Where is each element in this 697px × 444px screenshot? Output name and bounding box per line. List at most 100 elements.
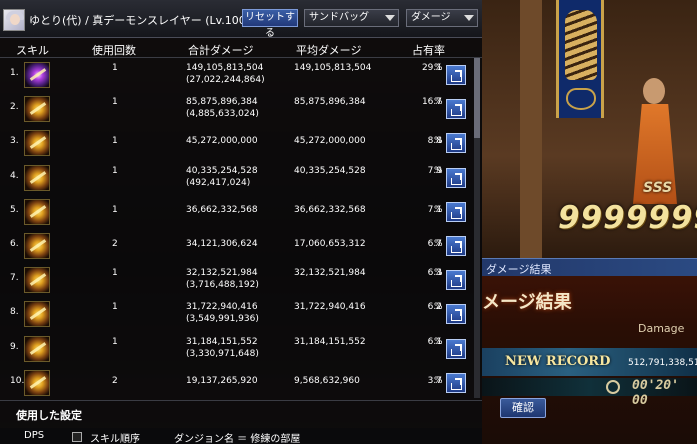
row-rank: 8. bbox=[10, 307, 19, 317]
use-count: 1 bbox=[112, 166, 118, 176]
skill-icon bbox=[24, 301, 50, 327]
row-rank: 10. bbox=[10, 376, 25, 386]
skill-icon bbox=[24, 233, 50, 259]
share-icon[interactable] bbox=[446, 65, 466, 85]
target-select-value: サンドバッグ bbox=[309, 12, 369, 23]
table-header: スキル 使用回数 合計ダメージ 平均ダメージ 占有率 bbox=[0, 40, 482, 58]
tiger-emblem-icon bbox=[565, 10, 597, 80]
total-damage: 32,132,521,984 bbox=[186, 268, 258, 278]
share-icon[interactable] bbox=[446, 202, 466, 222]
skill-icon bbox=[24, 370, 50, 396]
target-select[interactable]: サンドバッグ bbox=[304, 9, 399, 27]
percent-sign: % bbox=[434, 337, 443, 347]
new-record-label: NEW RECORD bbox=[505, 354, 611, 369]
skill-icon bbox=[24, 130, 50, 156]
skill-icon bbox=[24, 199, 50, 225]
use-count: 1 bbox=[112, 63, 118, 73]
percent-sign: % bbox=[434, 239, 443, 249]
skill-icon bbox=[24, 96, 50, 122]
table-row: 8. 1 31,722,940,416 (3,549,991,936) 31,722,9… bbox=[0, 297, 482, 331]
sub-damage: (4,885,633,024) bbox=[186, 109, 259, 119]
skill-icon bbox=[24, 267, 50, 293]
reset-button[interactable]: リセットする bbox=[242, 9, 298, 39]
use-count: 1 bbox=[112, 268, 118, 278]
result-title: メージ結果 bbox=[482, 292, 572, 313]
table-row: 2. 1 85,875,896,384 (4,885,633,024) 85,875,8… bbox=[0, 92, 482, 126]
percent-sign: % bbox=[434, 63, 443, 73]
table-row: 5. 1 36,662,332,568 36,662,332,568 7.1% bbox=[0, 195, 482, 229]
total-damage: 45,272,000,000 bbox=[186, 136, 258, 146]
use-count: 2 bbox=[112, 239, 118, 249]
row-rank: 2. bbox=[10, 102, 19, 112]
dps-label: DPS bbox=[24, 430, 45, 441]
combo-rank: SSS bbox=[643, 180, 673, 196]
chevron-down-icon bbox=[464, 15, 474, 21]
percent-sign: % bbox=[434, 97, 443, 107]
table-row: 9. 1 31,184,151,552 (3,330,971,648) 31,184,1… bbox=[0, 332, 482, 366]
row-rank: 1. bbox=[10, 68, 19, 78]
total-damage: 34,121,306,624 bbox=[186, 239, 258, 249]
total-damage: 40,335,254,528 bbox=[186, 166, 258, 176]
percent-sign: % bbox=[434, 376, 443, 386]
settings-section: 使用した設定 bbox=[0, 400, 482, 426]
share-icon[interactable] bbox=[446, 339, 466, 359]
col-skill: スキル bbox=[16, 44, 49, 57]
average-damage: 36,662,332,568 bbox=[294, 205, 366, 215]
row-rank: 7. bbox=[10, 273, 19, 283]
sub-damage: (3,716,488,192) bbox=[186, 280, 259, 290]
wooden-pillar bbox=[520, 0, 542, 260]
confirm-button[interactable]: 確認 bbox=[500, 398, 546, 418]
sub-damage: (3,549,991,936) bbox=[186, 314, 259, 324]
skill-order-checkbox[interactable] bbox=[72, 432, 82, 442]
average-damage: 9,568,632,960 bbox=[294, 376, 360, 386]
row-rank: 6. bbox=[10, 239, 19, 249]
col-total-damage: 合計ダメージ bbox=[188, 44, 254, 57]
dps-window: ゆとり(代) / 真デーモンスレイヤー (Lv.100) リセットする サンドバ… bbox=[0, 0, 482, 444]
share-icon[interactable] bbox=[446, 304, 466, 324]
average-damage: 85,875,896,384 bbox=[294, 97, 366, 107]
share-icon[interactable] bbox=[446, 270, 466, 290]
skill-order-label: スキル順序 bbox=[90, 434, 140, 444]
clock-icon bbox=[606, 380, 620, 394]
scrollbar-thumb[interactable] bbox=[474, 58, 480, 138]
percent-sign: % bbox=[434, 136, 443, 146]
share-icon[interactable] bbox=[446, 168, 466, 188]
row-rank: 3. bbox=[10, 136, 19, 146]
sub-damage: (492,417,024) bbox=[186, 178, 251, 188]
use-count: 1 bbox=[112, 337, 118, 347]
average-damage: 149,105,813,504 bbox=[294, 63, 372, 73]
clear-time: 00'20' 00 bbox=[632, 378, 679, 408]
total-damage: 36,662,332,568 bbox=[186, 205, 258, 215]
use-count: 1 bbox=[112, 136, 118, 146]
chevron-down-icon bbox=[385, 15, 395, 21]
total-damage: 31,184,151,552 bbox=[186, 337, 258, 347]
share-icon[interactable] bbox=[446, 373, 466, 393]
average-damage: 31,184,151,552 bbox=[294, 337, 366, 347]
table-row: 1. 1 149,105,813,504 (27,022,244,864) 149,10… bbox=[0, 58, 482, 92]
dungeon-name: ダンジョン名 ＝ 修練の部屋 bbox=[174, 434, 301, 444]
skill-icon bbox=[24, 165, 50, 191]
sub-damage: (3,330,971,648) bbox=[186, 349, 259, 359]
percent-sign: % bbox=[434, 205, 443, 215]
col-average-damage: 平均ダメージ bbox=[296, 44, 362, 57]
type-select[interactable]: ダメージ bbox=[406, 9, 478, 27]
share-icon[interactable] bbox=[446, 99, 466, 119]
total-damage: 85,875,896,384 bbox=[186, 97, 258, 107]
average-damage: 32,132,521,984 bbox=[294, 268, 366, 278]
share-icon[interactable] bbox=[446, 133, 466, 153]
row-rank: 9. bbox=[10, 342, 19, 352]
average-damage: 45,272,000,000 bbox=[294, 136, 366, 146]
skill-icon bbox=[24, 336, 50, 362]
average-damage: 31,722,940,416 bbox=[294, 302, 366, 312]
settings-label: 使用した設定 bbox=[16, 409, 82, 422]
total-damage: 149,105,813,504 bbox=[186, 63, 264, 73]
percent-sign: % bbox=[434, 268, 443, 278]
col-share: 占有率 bbox=[412, 44, 445, 57]
total-damage-value: 512,791,338,514 bbox=[628, 358, 697, 368]
table-row: 3. 1 45,272,000,000 45,272,000,000 8.8% bbox=[0, 126, 482, 160]
sub-damage: (27,022,244,864) bbox=[186, 75, 265, 85]
share-icon[interactable] bbox=[446, 236, 466, 256]
col-uses: 使用回数 bbox=[92, 44, 136, 57]
game-screen: SSS 9999999 ダメージ結果 メージ結果 Damage NEW RECO… bbox=[0, 0, 697, 444]
tiger-banner bbox=[556, 0, 604, 118]
